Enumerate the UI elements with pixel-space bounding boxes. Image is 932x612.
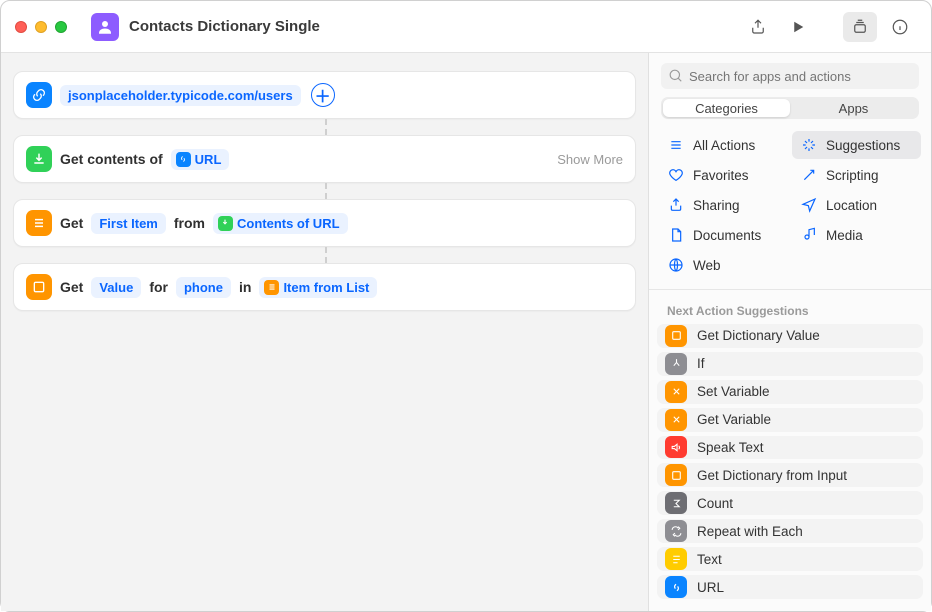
category-location[interactable]: Location xyxy=(792,191,921,219)
category-favorites[interactable]: Favorites xyxy=(659,161,788,189)
category-web[interactable]: Web xyxy=(659,251,788,279)
search-field[interactable] xyxy=(661,63,919,89)
shortcut-app-icon xyxy=(91,13,119,41)
suggestion-item[interactable]: Text xyxy=(657,547,923,571)
share-icon xyxy=(667,196,685,214)
window-title: Contacts Dictionary Single xyxy=(129,18,320,35)
branch-icon xyxy=(665,353,687,375)
action-get-item-from-list[interactable]: Get First Item from Contents of URL xyxy=(13,199,636,247)
category-media[interactable]: Media xyxy=(792,221,921,249)
repeat-icon xyxy=(665,520,687,542)
variable-icon xyxy=(665,409,687,431)
segment-categories[interactable]: Categories xyxy=(663,99,790,117)
speaker-icon xyxy=(665,436,687,458)
action-label: for xyxy=(149,279,168,295)
suggestion-item[interactable]: Get Dictionary Value xyxy=(657,324,923,348)
action-get-dictionary-value[interactable]: Get Value for phone in Item from List xyxy=(13,263,636,311)
dictionary-icon xyxy=(665,325,687,347)
category-sharing[interactable]: Sharing xyxy=(659,191,788,219)
minimize-window[interactable] xyxy=(35,21,47,33)
dictionary-icon xyxy=(26,274,52,300)
category-all-actions[interactable]: All Actions xyxy=(659,131,788,159)
variable-icon xyxy=(665,381,687,403)
param-key[interactable]: phone xyxy=(176,277,231,298)
param-value[interactable]: Value xyxy=(91,277,141,298)
list-icon xyxy=(667,136,685,154)
main-split: jsonplaceholder.typicode.com/users ＋ Get… xyxy=(1,53,931,611)
globe-icon xyxy=(667,256,685,274)
show-more-button[interactable]: Show More xyxy=(557,152,623,167)
link-icon xyxy=(176,152,191,167)
search-input[interactable] xyxy=(689,69,911,84)
download-icon xyxy=(218,216,233,231)
sigma-icon xyxy=(665,492,687,514)
titlebar: Contacts Dictionary Single xyxy=(1,1,931,53)
link-icon xyxy=(26,82,52,108)
list-icon xyxy=(264,280,279,295)
action-library: Categories Apps All Actions Suggestions … xyxy=(649,53,931,611)
connector xyxy=(13,183,636,199)
library-toggle-button[interactable] xyxy=(843,12,877,42)
document-icon xyxy=(667,226,685,244)
text-icon xyxy=(665,548,687,570)
category-documents[interactable]: Documents xyxy=(659,221,788,249)
divider xyxy=(649,289,931,290)
suggestion-item[interactable]: Count xyxy=(657,491,923,515)
param-first-item[interactable]: First Item xyxy=(91,213,166,234)
sparkle-icon xyxy=(800,136,818,154)
connector xyxy=(13,247,636,263)
suggestions-heading: Next Action Suggestions xyxy=(649,296,931,324)
add-url-button[interactable]: ＋ xyxy=(311,83,335,107)
zoom-window[interactable] xyxy=(55,21,67,33)
download-icon xyxy=(26,146,52,172)
suggestion-item[interactable]: If xyxy=(657,352,923,376)
library-mode-segmented[interactable]: Categories Apps xyxy=(661,97,919,119)
category-scripting[interactable]: Scripting xyxy=(792,161,921,189)
suggestion-item[interactable]: Get Variable xyxy=(657,408,923,432)
share-button[interactable] xyxy=(741,12,775,42)
segment-apps[interactable]: Apps xyxy=(790,99,917,117)
wand-icon xyxy=(800,166,818,184)
link-icon xyxy=(665,576,687,598)
category-suggestions[interactable]: Suggestions xyxy=(792,131,921,159)
action-label: in xyxy=(239,279,251,295)
suggestion-item[interactable]: Speak Text xyxy=(657,436,923,460)
action-label: from xyxy=(174,215,205,231)
category-grid: All Actions Suggestions Favorites Script… xyxy=(649,129,931,289)
location-icon xyxy=(800,196,818,214)
workflow-canvas[interactable]: jsonplaceholder.typicode.com/users ＋ Get… xyxy=(1,53,649,611)
run-button[interactable] xyxy=(781,12,815,42)
search-icon xyxy=(669,69,683,83)
info-button[interactable] xyxy=(883,12,917,42)
connector xyxy=(13,119,636,135)
action-url[interactable]: jsonplaceholder.typicode.com/users ＋ xyxy=(13,71,636,119)
variable-item-from-list[interactable]: Item from List xyxy=(259,277,377,298)
variable-contents-of-url[interactable]: Contents of URL xyxy=(213,213,348,234)
url-token[interactable]: jsonplaceholder.typicode.com/users xyxy=(60,85,301,106)
action-label: Get contents of xyxy=(60,151,163,167)
suggestion-item[interactable]: Get Dictionary from Input xyxy=(657,463,923,487)
list-icon xyxy=(26,210,52,236)
window-controls xyxy=(15,21,67,33)
action-label: Get xyxy=(60,215,83,231)
suggestions-list: Get Dictionary Value If Set Variable Get… xyxy=(649,324,931,611)
suggestion-item[interactable]: URL xyxy=(657,575,923,599)
music-icon xyxy=(800,226,818,244)
suggestion-item[interactable]: Repeat with Each xyxy=(657,519,923,543)
action-label: Get xyxy=(60,279,83,295)
heart-icon xyxy=(667,166,685,184)
close-window[interactable] xyxy=(15,21,27,33)
action-get-contents[interactable]: Get contents of URL Show More xyxy=(13,135,636,183)
variable-url[interactable]: URL xyxy=(171,149,230,170)
suggestion-item[interactable]: Set Variable xyxy=(657,380,923,404)
dictionary-icon xyxy=(665,464,687,486)
